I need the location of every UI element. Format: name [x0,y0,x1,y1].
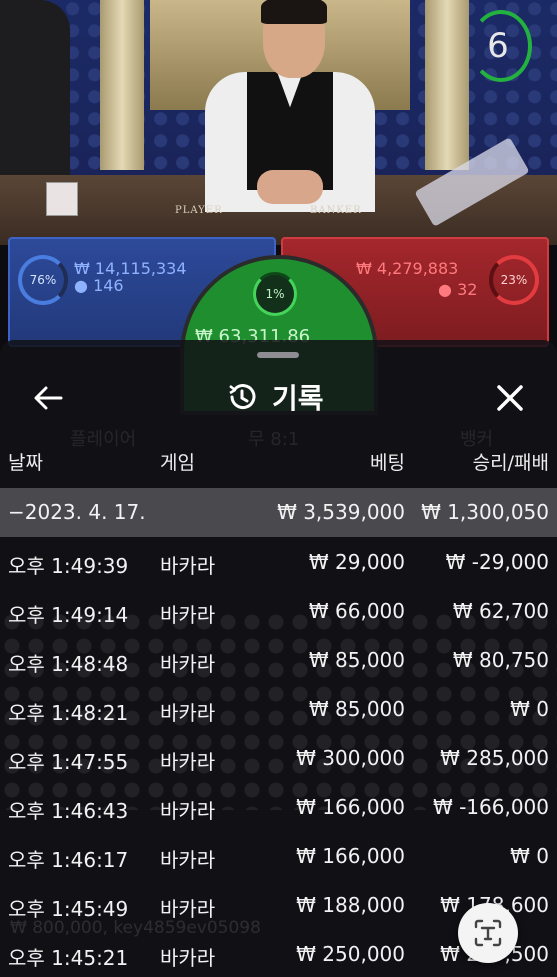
dealer [205,0,375,212]
row-game: 바카라 [160,799,216,823]
table-row[interactable]: 오후 1:47:55 바카라 ₩ 300,000 ₩ 285,000 [0,734,557,783]
row-result: ₩ 62,700 [452,599,549,623]
banker-percent-ring: 23% [489,255,539,305]
row-bet: ₩ 66,000 [308,599,405,623]
row-game: 바카라 [160,603,216,627]
pillar [100,0,144,170]
row-result: ₩ 285,000 [440,746,549,770]
summary-result: ₩ 1,300,050 [421,500,549,524]
countdown-timer: 6 [470,10,532,82]
close-button[interactable] [490,378,530,418]
table-label-player: PLAYER [175,205,223,216]
row-game: 바카라 [160,652,216,676]
drag-handle[interactable] [257,352,299,358]
tie-percent-ring: 1% [253,272,297,316]
row-bet: ₩ 29,000 [308,550,405,574]
row-time: 오후 1:49:14 [8,603,129,627]
player-count: ● 146 [74,276,124,295]
back-button[interactable] [28,378,68,418]
column-headers: 날짜 게임 베팅 승리/패배 [0,448,557,478]
row-bet: ₩ 85,000 [308,697,405,721]
row-bet: ₩ 300,000 [296,746,405,770]
history-sheet: 플레이어 무 8:1 뱅커 기록 날짜 게임 베팅 승리/패배 −2023. 4… [0,340,557,977]
row-bet: ₩ 188,000 [296,893,405,917]
row-time: 오후 1:48:48 [8,652,129,676]
sheet-title-group: 기록 [226,376,324,418]
row-time: 오후 1:46:43 [8,799,129,823]
table-row[interactable]: 오후 1:48:21 바카라 ₩ 85,000 ₩ 0 [0,685,557,734]
text-scan-icon [474,919,502,947]
player-person [0,0,70,180]
row-result: ₩ 0 [510,844,549,868]
row-bet: ₩ 166,000 [296,844,405,868]
row-game: 바카라 [160,848,216,872]
row-time: 오후 1:49:39 [8,554,129,578]
row-time: 오후 1:45:21 [8,946,129,970]
row-result: ₩ 0 [510,697,549,721]
row-time: 오후 1:48:21 [8,701,129,725]
banker-amount: ₩ 4,279,883 [356,259,459,278]
row-time: 오후 1:47:55 [8,750,129,774]
card-stack [46,182,78,216]
table-row[interactable]: 오후 1:46:17 바카라 ₩ 166,000 ₩ 0 [0,832,557,881]
date-summary-row[interactable]: −2023. 4. 17. ₩ 3,539,000 ₩ 1,300,050 [0,488,557,537]
arrow-left-icon [34,386,63,410]
table-label-banker: BANKER [310,205,362,216]
table-row[interactable]: 오후 1:49:39 바카라 ₩ 29,000 ₩ -29,000 [0,538,557,587]
close-icon [497,385,523,411]
row-result: ₩ 80,750 [452,648,549,672]
table-row[interactable]: 오후 1:49:14 바카라 ₩ 66,000 ₩ 62,700 [0,587,557,636]
history-icon [229,384,256,410]
row-bet: ₩ 166,000 [296,795,405,819]
row-result: ₩ -29,000 [445,550,549,574]
column-result: 승리/패배 [472,452,549,474]
row-game: 바카라 [160,554,216,578]
sheet-title: 기록 [272,382,324,415]
row-time: 오후 1:46:17 [8,848,129,872]
sheet-header: 기록 [0,370,557,420]
watermark-text: ₩ 800,000, key4859ev05098 [10,918,261,938]
summary-bet: ₩ 3,539,000 [277,500,405,524]
pillar [425,0,469,170]
table-row[interactable]: 오후 1:46:43 바카라 ₩ 166,000 ₩ -166,000 [0,783,557,832]
row-bet: ₩ 250,000 [296,942,405,966]
row-game: 바카라 [160,750,216,774]
row-game: 바카라 [160,946,216,970]
row-game: 바카라 [160,701,216,725]
table-row[interactable]: 오후 1:48:48 바카라 ₩ 85,000 ₩ 80,750 [0,636,557,685]
text-scan-button[interactable] [458,903,518,963]
column-date: 날짜 [8,452,43,474]
user-icon: ● [74,276,88,295]
player-percent-ring: 76% [18,255,68,305]
user-icon: ● [438,280,452,299]
column-game: 게임 [160,452,195,474]
banker-count: ● 32 [438,280,478,299]
summary-date: −2023. 4. 17. [8,500,146,524]
column-bet: 베팅 [370,452,405,474]
row-bet: ₩ 85,000 [308,648,405,672]
row-result: ₩ -166,000 [432,795,549,819]
